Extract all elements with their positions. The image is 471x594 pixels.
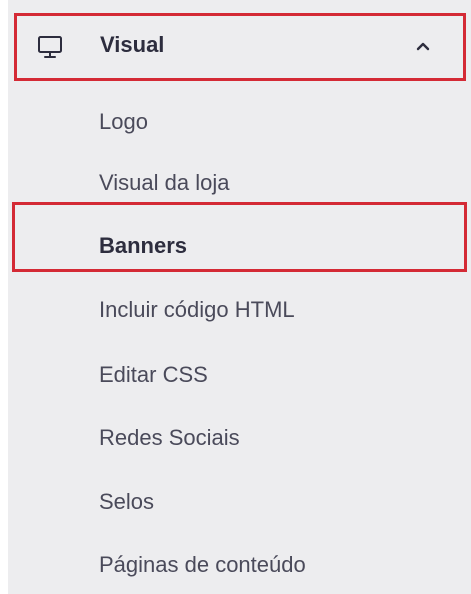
menu-item-paginas-de-conteudo[interactable]: Páginas de conteúdo — [99, 550, 306, 580]
menu-item-banners[interactable]: Banners — [99, 231, 187, 261]
monitor-icon — [38, 36, 62, 58]
menu-item-visual-da-loja[interactable]: Visual da loja — [99, 168, 229, 198]
menu-item-editar-css[interactable]: Editar CSS — [99, 360, 208, 390]
chevron-up-icon[interactable] — [415, 40, 431, 52]
menu-item-selos[interactable]: Selos — [99, 487, 154, 517]
menu-section-label: Visual — [100, 32, 165, 57]
menu-item-logo[interactable]: Logo — [99, 107, 148, 137]
menu-item-incluir-codigo-html[interactable]: Incluir código HTML — [99, 295, 295, 325]
menu-item-redes-sociais[interactable]: Redes Sociais — [99, 423, 240, 453]
menu-section-visual-header[interactable]: Visual — [14, 13, 466, 81]
